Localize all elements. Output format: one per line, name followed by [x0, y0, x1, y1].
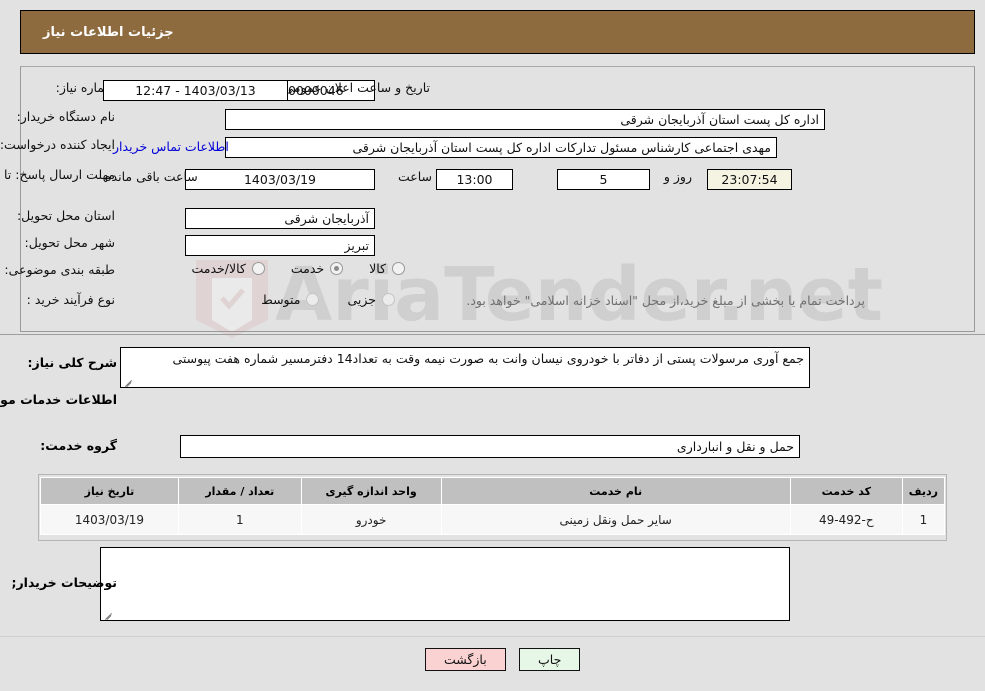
- time-remaining-value: 23:07:54: [707, 169, 792, 190]
- page-title: جزئیات اطلاعات نیاز: [43, 24, 174, 40]
- buyer-org-value: اداره کل پست استان آذربایجان شرقی: [225, 109, 825, 130]
- field-deadline-date: 1403/03/19: [185, 169, 375, 190]
- category-radio-khedmat[interactable]: خدمت: [290, 261, 344, 276]
- table-col-unit: واحد اندازه گیری: [300, 477, 442, 505]
- field-deadline-hour-label: ساعت: [398, 169, 432, 184]
- requester-label: ایجاد کننده درخواست:: [0, 137, 115, 152]
- category-option-label-1: خدمت: [290, 261, 325, 276]
- field-description-label: شرح کلی نیاز:: [28, 355, 117, 370]
- days-remaining-value: 5: [557, 169, 650, 190]
- requester-value: مهدی اجتماعی کارشناس مسئول تدارکات اداره…: [225, 137, 777, 158]
- field-category-label: طبقه بندی موضوعی:: [4, 262, 115, 277]
- field-requester-label: ایجاد کننده درخواست:: [0, 137, 115, 152]
- deadline-label: مهلت ارسال پاسخ: تا تاریخ:: [0, 167, 115, 182]
- deadline-hour-value: 13:00: [436, 169, 513, 190]
- deadline-hour-label: ساعت: [397, 169, 432, 184]
- table-header-row: ردیف کد خدمت نام خدمت واحد اندازه گیری ت…: [40, 477, 946, 505]
- services-section-title-wrap: اطلاعات خدمات مورد نیاز: [0, 392, 117, 407]
- page-root: AriaTender.net جزئیات اطلاعات نیاز شماره…: [0, 0, 985, 691]
- field-days-unit: روز و: [664, 169, 692, 184]
- field-deadline-hour: 13:00: [436, 169, 513, 190]
- buyer-org-label: نام دستگاه خریدار:: [16, 109, 115, 124]
- process-radio-group: جزیی متوسط: [261, 292, 395, 307]
- province-label: استان محل تحویل:: [16, 208, 115, 223]
- radio-icon-kala[interactable]: [392, 262, 405, 275]
- category-option-label-0: کالا: [369, 261, 386, 276]
- category-label: طبقه بندی موضوعی:: [4, 262, 115, 277]
- field-service-group-label: گروه خدمت:: [40, 438, 117, 453]
- days-unit-label: روز و: [663, 169, 692, 184]
- buyer-contact-link[interactable]: اطلاعات تماس خریدار: [113, 139, 229, 154]
- radio-icon-kala-khedmat[interactable]: [251, 262, 265, 275]
- radio-icon-jozi[interactable]: [382, 293, 395, 306]
- resize-grip-icon-notes[interactable]: [103, 609, 113, 619]
- section-divider-1: [0, 334, 985, 335]
- public-announce-label: تاریخ و ساعت اعلان عمومی:: [279, 80, 430, 95]
- field-days-remaining: 5: [557, 169, 650, 190]
- table-cell-radif: 1: [901, 504, 946, 535]
- section-divider-2: [0, 636, 985, 637]
- buyer-notes-label: توضیحات خریدار;: [11, 575, 117, 590]
- field-buyer-org: اداره کل پست استان آذربایجان شرقی: [225, 109, 825, 130]
- field-deadline-label: مهلت ارسال پاسخ: تا تاریخ:: [0, 164, 115, 183]
- radio-icon-khedmat[interactable]: [330, 262, 344, 275]
- field-province-label: استان محل تحویل:: [17, 208, 115, 223]
- description-value: جمع آوری مرسولات پستی از دفاتر با خودروی…: [172, 351, 804, 366]
- table-col-code: کد خدمت: [789, 477, 903, 505]
- city-value: تبریز: [185, 235, 375, 256]
- table-cell-name: سایر حمل ونقل زمینی: [440, 504, 791, 535]
- table-cell-unit: خودرو: [300, 504, 442, 535]
- table-cell-qty: 1: [177, 504, 302, 535]
- category-radio-kala-khedmat[interactable]: کالا/خدمت: [191, 261, 265, 276]
- process-radio-motevaset[interactable]: متوسط: [261, 292, 320, 307]
- process-option-label-0: جزیی: [347, 292, 376, 307]
- process-label: نوع فرآیند خرید :: [26, 292, 115, 307]
- table-row: 1 ح-492-49 سایر حمل ونقل زمینی خودرو 1 1…: [40, 504, 946, 535]
- page-header: جزئیات اطلاعات نیاز: [20, 10, 975, 54]
- table-col-qty: تعداد / مقدار: [177, 477, 302, 505]
- field-province: آذربایجان شرقی: [185, 208, 375, 229]
- process-note: پرداخت تمام یا بخشی از مبلغ خرید،از محل …: [466, 293, 865, 308]
- services-table: ردیف کد خدمت نام خدمت واحد اندازه گیری ت…: [40, 477, 946, 535]
- table-cell-code: ح-492-49: [789, 504, 903, 535]
- field-public-announce-label: تاریخ و ساعت اعلان عمومی:: [279, 80, 430, 95]
- time-remaining-label: ساعت باقی مانده: [105, 169, 198, 184]
- field-city-label: شهر محل تحویل:: [25, 235, 115, 250]
- table-col-date: تاریخ نیاز: [40, 477, 179, 505]
- field-requester: مهدی اجتماعی کارشناس مسئول تدارکات اداره…: [225, 137, 777, 158]
- process-radio-jozi[interactable]: جزیی: [347, 292, 395, 307]
- buyer-contact-link-wrap[interactable]: اطلاعات تماس خریدار: [113, 139, 229, 154]
- field-buyer-org-label: نام دستگاه خریدار:: [17, 109, 115, 124]
- service-group-value: حمل و نقل و انبارداری: [180, 435, 800, 458]
- field-buyer-notes-label: توضیحات خریدار;: [11, 575, 117, 590]
- category-radio-group: کالا خدمت کالا/خدمت: [191, 261, 405, 276]
- description-label: شرح کلی نیاز:: [27, 355, 117, 370]
- table-col-radif: ردیف: [901, 477, 946, 505]
- deadline-date-value: 1403/03/19: [185, 169, 375, 190]
- table-col-name: نام خدمت: [440, 477, 791, 505]
- table-cell-date: 1403/03/19: [40, 504, 179, 535]
- field-time-remaining-label: ساعت باقی مانده: [105, 169, 198, 184]
- service-group-label: گروه خدمت:: [40, 438, 117, 453]
- print-button[interactable]: چاپ: [519, 648, 581, 671]
- field-public-announce: 1403/03/13 - 12:47: [103, 80, 288, 101]
- category-radio-kala[interactable]: کالا: [369, 261, 405, 276]
- radio-icon-motevaset[interactable]: [306, 293, 320, 306]
- field-time-remaining: 23:07:54: [707, 169, 792, 190]
- buyer-notes-textarea[interactable]: [100, 547, 790, 621]
- category-option-label-2: کالا/خدمت: [191, 261, 246, 276]
- services-section-title: اطلاعات خدمات مورد نیاز: [0, 392, 117, 407]
- province-value: آذربایجان شرقی: [185, 208, 375, 229]
- resize-grip-icon[interactable]: [123, 376, 133, 386]
- field-city: تبریز: [185, 235, 375, 256]
- public-announce-value: 1403/03/13 - 12:47: [103, 80, 288, 101]
- city-label: شهر محل تحویل:: [24, 235, 115, 250]
- process-note-wrap: پرداخت تمام یا بخشی از مبلغ خرید،از محل …: [466, 293, 865, 308]
- back-button[interactable]: بازگشت: [425, 648, 506, 671]
- process-option-label-1: متوسط: [261, 292, 301, 307]
- description-textarea[interactable]: جمع آوری مرسولات پستی از دفاتر با خودروی…: [120, 347, 810, 388]
- field-process-label: نوع فرآیند خرید :: [27, 292, 115, 307]
